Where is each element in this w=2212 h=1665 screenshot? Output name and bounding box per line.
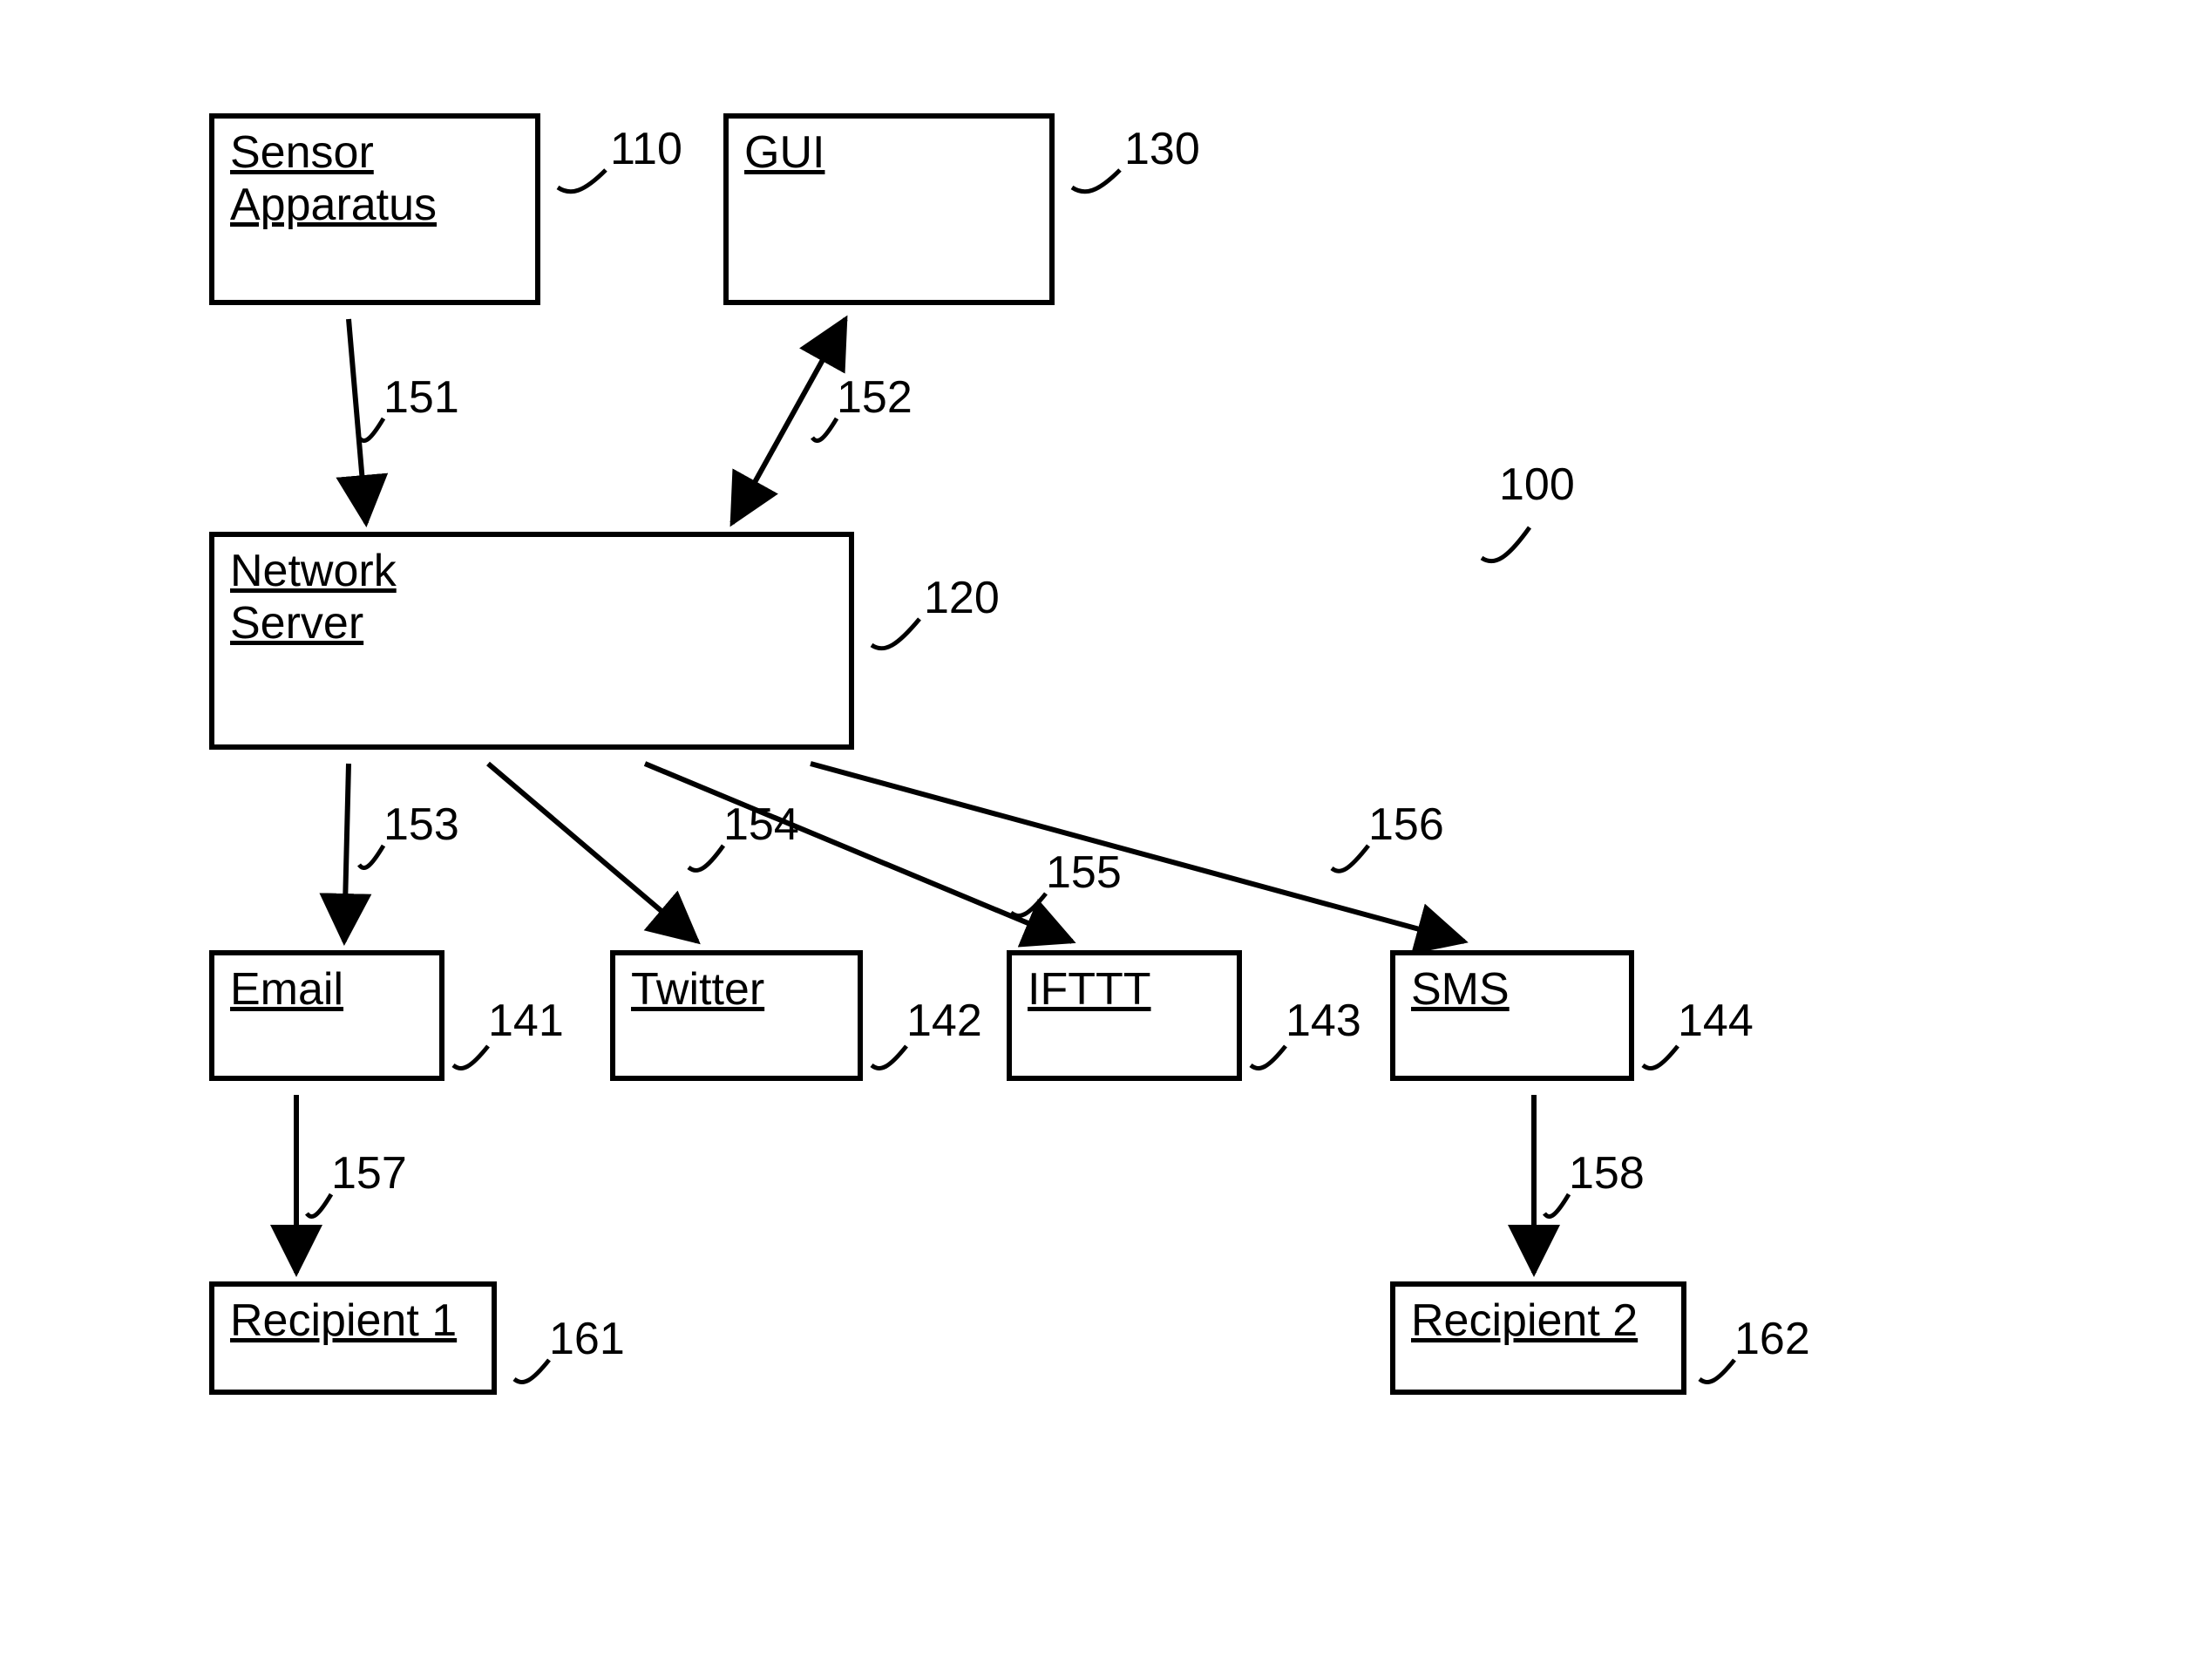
node-gui: GUI [723, 113, 1055, 305]
ref-edge-157: 157 [331, 1151, 407, 1196]
leader-153 [359, 846, 383, 868]
ref-recipient2: 162 [1734, 1316, 1810, 1362]
leader-155 [1011, 894, 1046, 916]
ref-gui: 130 [1124, 126, 1200, 172]
leader-130 [1072, 170, 1120, 192]
leader-143 [1251, 1046, 1286, 1069]
node-ifttt-label: IFTTT [1028, 964, 1151, 1016]
leader-154 [689, 846, 723, 870]
node-email: Email [209, 950, 444, 1081]
leader-142 [872, 1046, 906, 1069]
leader-144 [1643, 1046, 1678, 1069]
leader-162 [1700, 1360, 1734, 1383]
node-sensor-label: Sensor Apparatus [230, 127, 437, 232]
node-server: Network Server [209, 532, 854, 750]
edge-server-email [344, 764, 349, 941]
node-server-label: Network Server [230, 546, 397, 650]
ref-edge-154: 154 [723, 802, 799, 847]
edge-sensor-server [349, 319, 366, 523]
node-twitter: Twitter [610, 950, 863, 1081]
leader-158 [1544, 1194, 1569, 1217]
leader-157 [307, 1194, 331, 1217]
node-sms: SMS [1390, 950, 1634, 1081]
ref-edge-152: 152 [837, 375, 913, 420]
ref-edge-155: 155 [1046, 850, 1122, 895]
edge-gui-server [732, 319, 845, 523]
node-recipient2: Recipient 2 [1390, 1281, 1686, 1395]
ref-sms: 144 [1678, 998, 1754, 1043]
ref-recipient1: 161 [549, 1316, 625, 1362]
ref-email: 141 [488, 998, 564, 1043]
node-recipient1: Recipient 1 [209, 1281, 497, 1395]
leader-151 [359, 418, 383, 441]
ref-edge-151: 151 [383, 375, 459, 420]
ref-sensor: 110 [610, 126, 682, 172]
ref-edge-156: 156 [1368, 802, 1444, 847]
leader-152 [812, 418, 837, 441]
edge-server-ifttt [645, 764, 1072, 941]
leader-120 [872, 619, 919, 649]
node-email-label: Email [230, 964, 343, 1016]
diagram-canvas: Sensor Apparatus 110 GUI 130 Network Ser… [0, 0, 2212, 1665]
leader-141 [453, 1046, 488, 1069]
edge-server-twitter [488, 764, 697, 941]
node-ifttt: IFTTT [1007, 950, 1242, 1081]
ref-server: 120 [924, 575, 1000, 621]
edge-server-sms [811, 764, 1464, 941]
ref-edge-158: 158 [1569, 1151, 1645, 1196]
node-recipient1-label: Recipient 1 [230, 1295, 457, 1348]
ref-edge-153: 153 [383, 802, 459, 847]
leader-156 [1332, 846, 1368, 871]
ref-twitter: 142 [906, 998, 982, 1043]
ref-system: 100 [1499, 462, 1575, 507]
leader-161 [514, 1360, 549, 1383]
node-sms-label: SMS [1411, 964, 1510, 1016]
leader-110 [558, 170, 606, 192]
ref-ifttt: 143 [1286, 998, 1361, 1043]
node-sensor: Sensor Apparatus [209, 113, 540, 305]
node-recipient2-label: Recipient 2 [1411, 1295, 1638, 1348]
node-twitter-label: Twitter [631, 964, 764, 1016]
leader-100 [1482, 527, 1530, 561]
node-gui-label: GUI [744, 127, 824, 180]
